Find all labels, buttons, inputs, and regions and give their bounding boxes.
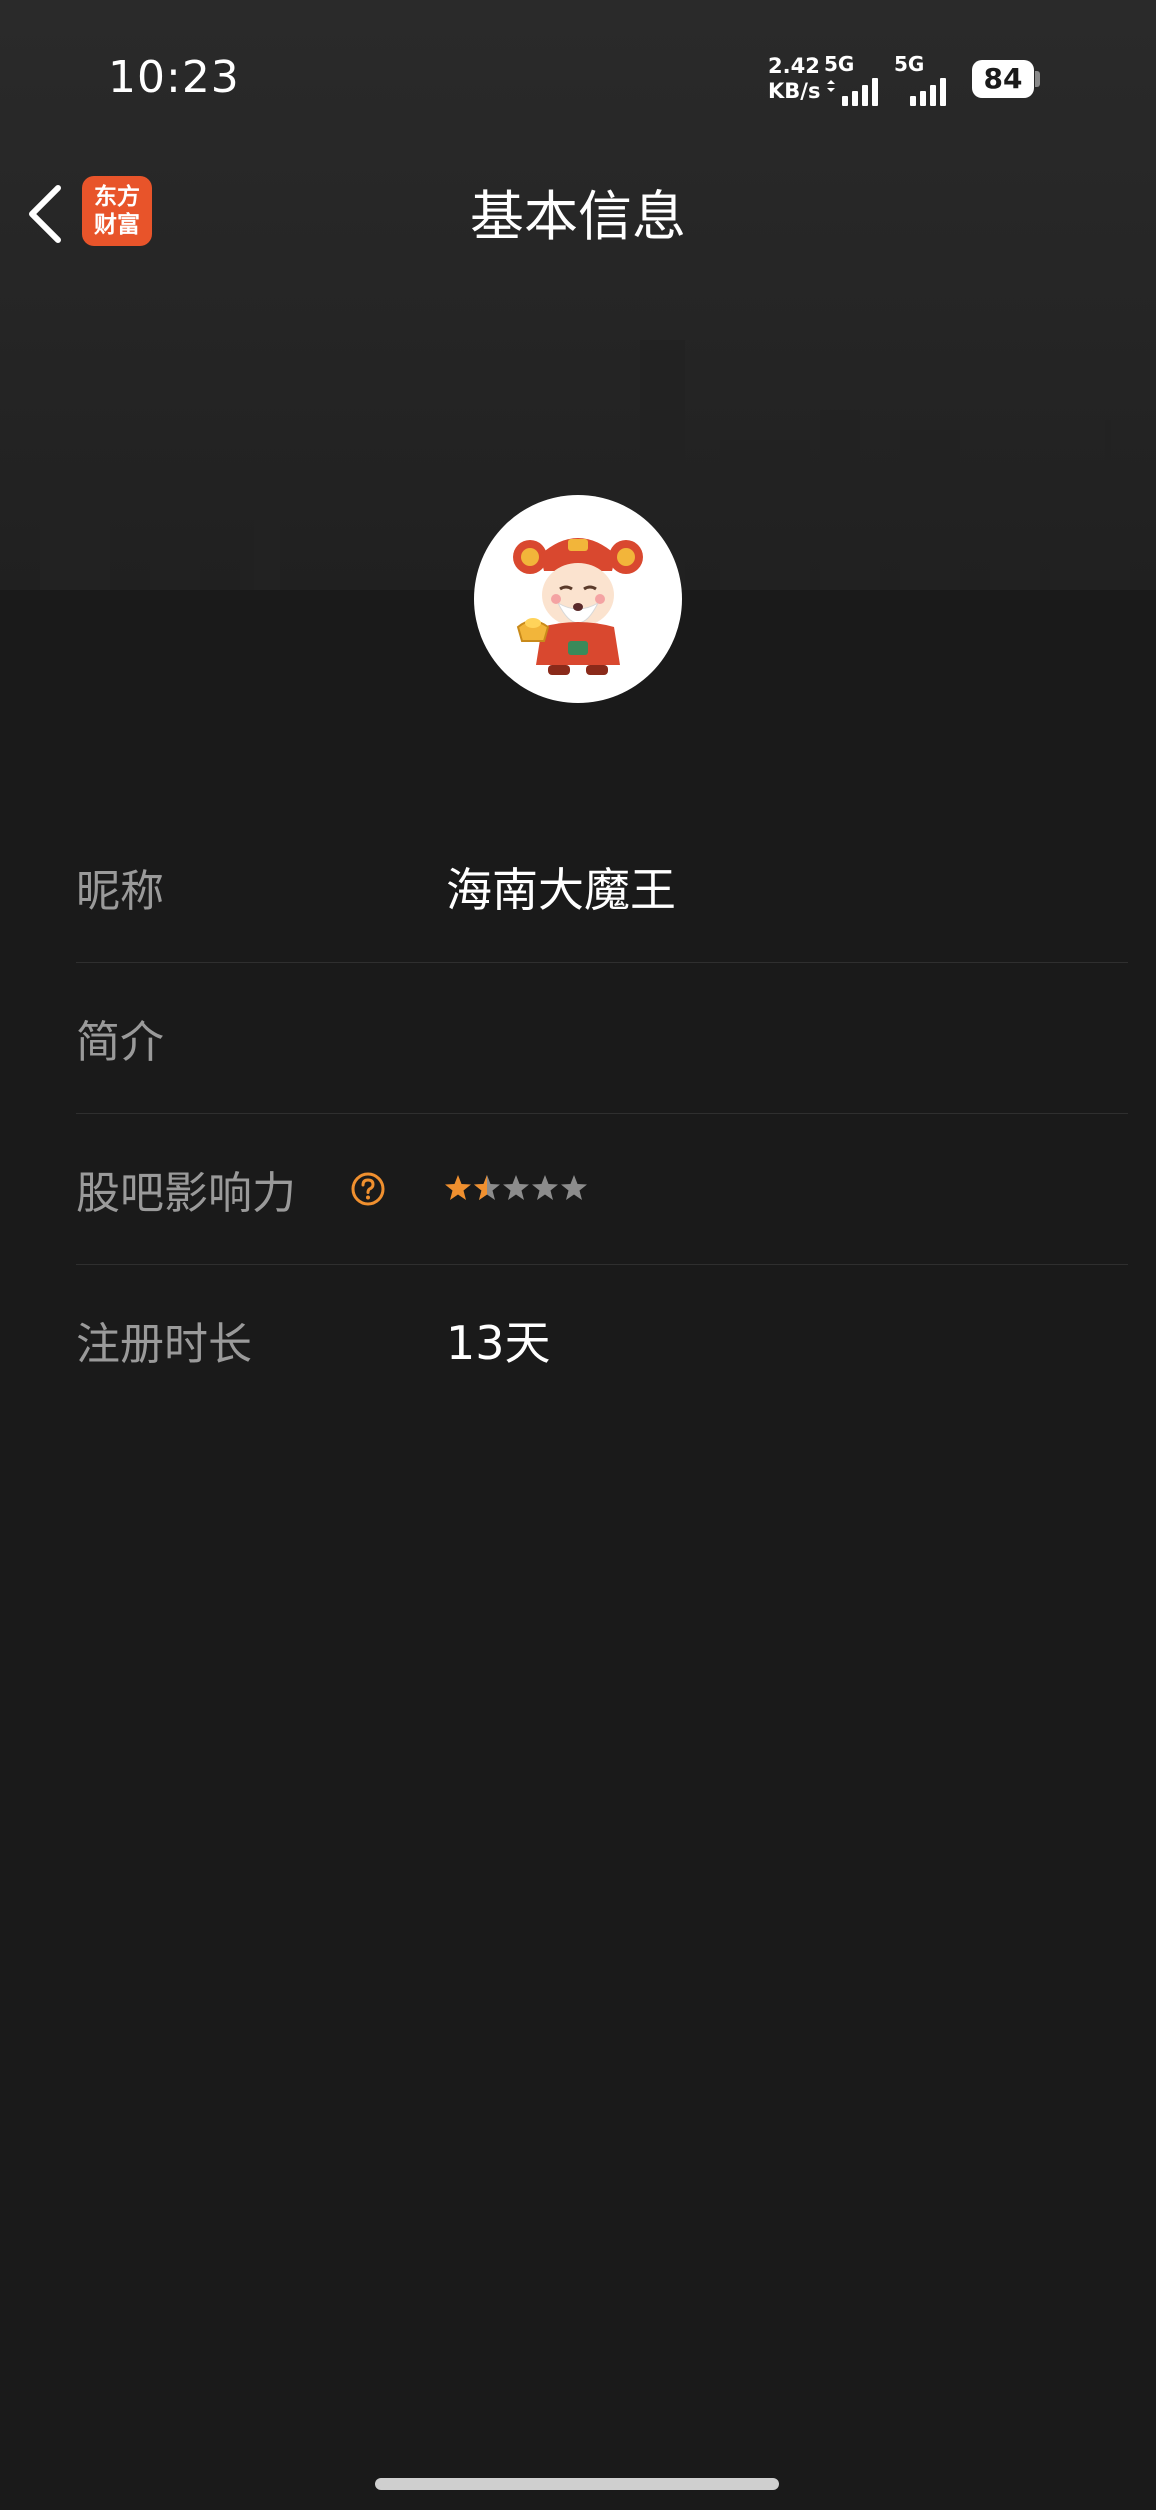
profile-basic-info-screen: 10:23 2.42 KB/s 5G 5G 84 东方 财富 基本信息 昵称 海… [0, 0, 1156, 2510]
sim1-signal: 5G [824, 52, 888, 106]
page-title: 基本信息 [470, 185, 686, 248]
row-influence: 股吧影响力 [76, 1114, 1128, 1265]
row-registration-duration: 注册时长 13天 [76, 1265, 1128, 1415]
row-nickname[interactable]: 昵称 海南大魔王 [76, 812, 1128, 963]
influence-star-rating [445, 1175, 587, 1200]
avatar[interactable] [474, 495, 682, 703]
sim2-signal-icon [910, 78, 946, 106]
nickname-label: 昵称 [76, 866, 164, 917]
network-speed-unit: KB/s [768, 79, 821, 103]
star-icon [445, 1175, 471, 1200]
row-bio[interactable]: 简介 [76, 963, 1128, 1114]
influence-label: 股吧影响力 [76, 1168, 296, 1219]
status-bar: 10:23 2.42 KB/s 5G 5G 84 [0, 0, 1156, 160]
star-empty-icon [503, 1175, 529, 1200]
battery-level: 84 [972, 60, 1034, 98]
sim1-network-type: 5G [824, 52, 855, 76]
network-speed: 2.42 KB/s [768, 54, 820, 104]
question-circle-icon[interactable] [350, 1171, 386, 1207]
registration-duration-value: 13天 [446, 1316, 551, 1370]
star-half-icon [474, 1175, 500, 1200]
profile-info-list: 昵称 海南大魔王 简介 股吧影响力 注册时长 13天 [76, 812, 1128, 1415]
nickname-value: 海南大魔王 [446, 863, 676, 917]
network-speed-value: 2.42 [768, 54, 820, 78]
battery-icon [1035, 71, 1040, 87]
sim1-signal-icon [827, 78, 878, 106]
home-indicator[interactable] [375, 2478, 779, 2490]
sim2-signal: 5G [894, 52, 958, 106]
bio-label: 简介 [76, 1017, 164, 1068]
star-empty-icon [532, 1175, 558, 1200]
star-empty-icon [561, 1175, 587, 1200]
registration-duration-label: 注册时长 [76, 1319, 252, 1370]
sim2-network-type: 5G [894, 52, 925, 76]
caishen-avatar-icon [513, 538, 643, 675]
status-time: 10:23 [108, 52, 240, 103]
